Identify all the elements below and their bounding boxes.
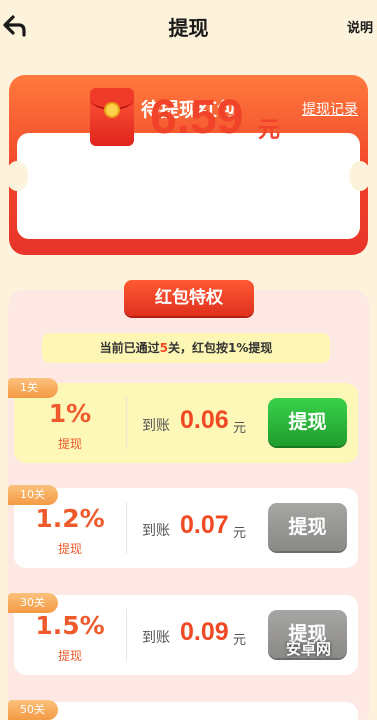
ticket-notch-left (6, 161, 28, 191)
top-bar: 提现 说明 (0, 0, 377, 52)
level-tag: 1关 (8, 378, 58, 398)
divider (126, 502, 127, 554)
notice-suffix: 关，红包按1%提现 (168, 341, 273, 355)
level-tag: 30关 (8, 593, 58, 613)
divider (126, 609, 127, 661)
level-tag: 50关 (8, 700, 58, 720)
arrive-label: 到账 (142, 630, 170, 646)
withdraw-tier-row: 1% 提现 到账 0.06 元 提现 (14, 383, 358, 463)
withdraw-button-disabled[interactable]: 提现 (268, 503, 347, 551)
withdraw-tier-row: 1.2% 提现 到账 0.07 元 提现 (14, 488, 358, 568)
withdraw-button[interactable]: 提现 (268, 398, 347, 446)
tier-percent: 1.2% (35, 504, 105, 533)
level-tag: 10关 (8, 485, 58, 505)
withdraw-tier-row: 1.5% 提现 到账 0.09 元 提现 (14, 595, 358, 675)
page-title: 提现 (168, 16, 209, 40)
arrive-label: 到账 (142, 418, 170, 434)
withdraw-tier-row (14, 702, 358, 720)
arrive-label: 到账 (142, 523, 170, 539)
divider (126, 397, 127, 449)
watermark: 安卓网 (285, 640, 331, 658)
level-notice: 当前已通过5关，红包按1%提现 (42, 333, 330, 363)
help-button[interactable]: 说明 (347, 17, 373, 36)
tier-percent: 1.5% (35, 611, 105, 640)
arrive-unit: 元 (233, 421, 247, 436)
ticket-notch-right (349, 161, 371, 191)
tier-percent-label: 提现 (57, 437, 82, 451)
pending-amount-unit: 元 (258, 118, 281, 143)
arrive-unit: 元 (233, 633, 247, 648)
arrive-amount: 0.07 (180, 511, 229, 539)
pending-amount: 6.59 (150, 91, 244, 144)
notice-level: 5 (159, 341, 168, 355)
tier-percent-label: 提现 (57, 649, 82, 663)
amount-ticket (17, 133, 360, 239)
arrive-amount: 0.09 (180, 618, 229, 646)
withdraw-history-link[interactable]: 提现记录 (302, 99, 358, 119)
tier-percent: 1% (48, 399, 92, 428)
tier-percent-label: 提现 (57, 542, 82, 556)
arrive-unit: 元 (233, 526, 247, 541)
red-envelope-icon (90, 88, 134, 146)
privileges-ribbon: 红包特权 (124, 280, 254, 316)
notice-prefix: 当前已通过 (99, 341, 160, 355)
arrive-amount: 0.06 (180, 406, 229, 434)
